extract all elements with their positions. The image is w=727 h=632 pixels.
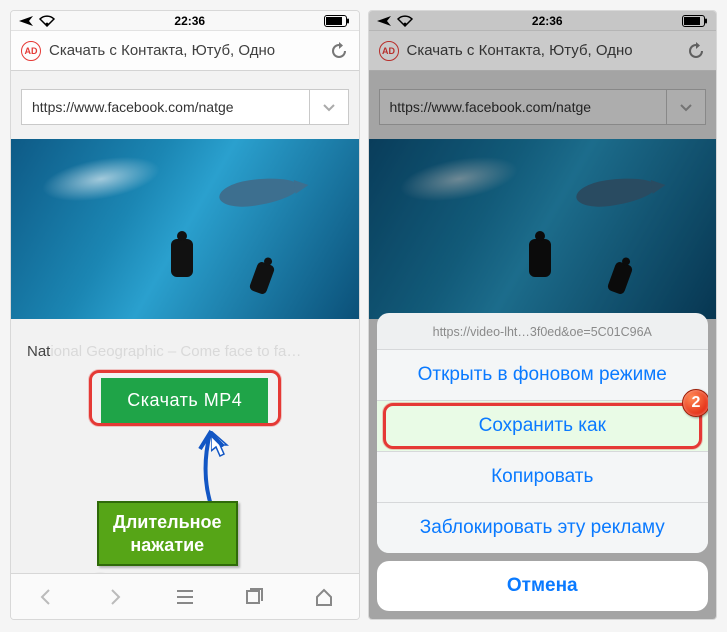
- video-thumbnail[interactable]: [11, 139, 359, 319]
- sheet-url: https://video-lht…3f0ed&oe=5C01C96A: [377, 313, 709, 350]
- sheet-copy[interactable]: Копировать: [377, 452, 709, 503]
- page-content: a. https://video-lht…3f0ed&oe=5C01C96A О…: [369, 71, 717, 619]
- action-sheet: https://video-lht…3f0ed&oe=5C01C96A Откр…: [377, 313, 709, 611]
- status-bar: 22:36: [369, 11, 717, 31]
- sheet-save-as[interactable]: Сохранить как: [377, 401, 709, 452]
- page-title: Скачать с Контакта, Ютуб, Одно: [49, 42, 321, 59]
- annotation-badge-2: 2: [682, 389, 708, 417]
- url-bar: [21, 89, 349, 125]
- battery-icon: [682, 15, 708, 27]
- nav-forward-icon[interactable]: [102, 584, 128, 610]
- sheet-block-ad[interactable]: Заблокировать эту рекламу: [377, 503, 709, 553]
- annotation-hint: Длительное нажатие: [97, 501, 238, 566]
- adblock-icon: AD: [379, 41, 399, 61]
- reload-icon[interactable]: [329, 41, 349, 61]
- wifi-icon: [39, 15, 55, 27]
- airplane-icon: [377, 15, 391, 27]
- nav-back-icon[interactable]: [33, 584, 59, 610]
- home-icon[interactable]: [311, 584, 337, 610]
- browser-header: AD Скачать с Контакта, Ютуб, Одно: [369, 31, 717, 71]
- tabs-icon[interactable]: [241, 584, 267, 610]
- battery-icon: [324, 15, 350, 27]
- phone-left: 22:36 AD Скачать с Контакта, Ютуб, Одно: [10, 10, 360, 620]
- adblock-icon[interactable]: AD: [21, 41, 41, 61]
- status-bar: 22:36: [11, 11, 359, 31]
- page-title: Скачать с Контакта, Ютуб, Одно: [407, 42, 679, 59]
- url-expand-button[interactable]: [309, 89, 349, 125]
- menu-icon[interactable]: [172, 584, 198, 610]
- browser-toolbar: [11, 573, 359, 619]
- page-content: National Geographic – Come face to fa… С…: [11, 71, 359, 619]
- phone-right: 22:36 AD Скачать с Контакта, Ютуб, Одно: [368, 10, 718, 620]
- url-input[interactable]: [21, 89, 309, 125]
- status-time: 22:36: [532, 14, 563, 28]
- airplane-icon: [19, 15, 33, 27]
- video-title: National Geographic – Come face to fa…: [11, 327, 359, 360]
- browser-header: AD Скачать с Контакта, Ютуб, Одно: [11, 31, 359, 71]
- wifi-icon: [397, 15, 413, 27]
- sheet-cancel[interactable]: Отмена: [377, 561, 709, 611]
- sheet-open-background[interactable]: Открыть в фоновом режиме: [377, 350, 709, 401]
- reload-icon: [686, 41, 706, 61]
- download-mp4-button[interactable]: Скачать MP4: [101, 378, 268, 423]
- status-time: 22:36: [174, 14, 205, 28]
